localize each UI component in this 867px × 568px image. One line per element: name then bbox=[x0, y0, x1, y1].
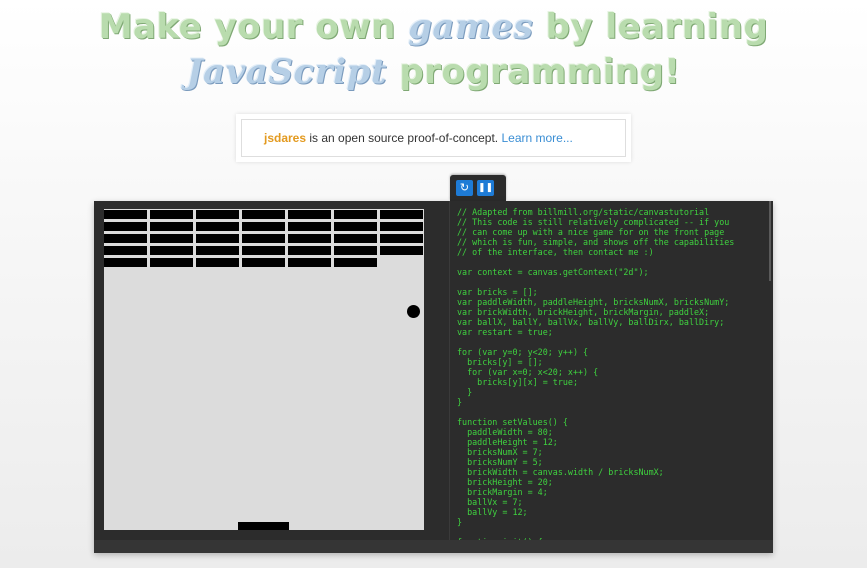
code-line[interactable]: var context = canvas.getContext("2d"); bbox=[457, 267, 763, 277]
restart-button[interactable]: ↻ bbox=[456, 180, 473, 196]
brick bbox=[150, 234, 193, 243]
brick bbox=[104, 210, 147, 219]
code-line[interactable] bbox=[457, 407, 763, 417]
code-line[interactable]: for (var y=0; y<20; y++) { bbox=[457, 347, 763, 357]
code-line[interactable]: var restart = true; bbox=[457, 327, 763, 337]
brick bbox=[150, 246, 193, 255]
headline-emphasis: games bbox=[408, 7, 534, 47]
code-scrollbar[interactable] bbox=[769, 201, 771, 281]
code-line[interactable]: brickMargin = 4; bbox=[457, 487, 763, 497]
brick bbox=[196, 222, 239, 231]
brick bbox=[150, 222, 193, 231]
brick bbox=[288, 210, 331, 219]
brick bbox=[196, 246, 239, 255]
paddle bbox=[238, 522, 289, 530]
brick bbox=[242, 246, 285, 255]
headline-text: by learning bbox=[545, 7, 769, 47]
code-line[interactable]: var brickWidth, brickHeight, brickMargin… bbox=[457, 307, 763, 317]
code-line[interactable]: // Adapted from billmill.org/static/canv… bbox=[457, 207, 763, 217]
brick bbox=[150, 258, 193, 267]
brick bbox=[104, 234, 147, 243]
code-line[interactable] bbox=[457, 337, 763, 347]
brick bbox=[380, 210, 423, 219]
headline-line-2: JavaScript programming! bbox=[0, 43, 867, 101]
brick bbox=[104, 258, 147, 267]
brick bbox=[380, 222, 423, 231]
code-line[interactable]: paddleWidth = 80; bbox=[457, 427, 763, 437]
code-line[interactable]: } bbox=[457, 387, 763, 397]
brick bbox=[288, 234, 331, 243]
brick bbox=[104, 222, 147, 231]
brick bbox=[380, 234, 423, 243]
brick bbox=[380, 246, 423, 255]
brick bbox=[242, 222, 285, 231]
headline-emphasis: JavaScript bbox=[186, 52, 388, 92]
brick bbox=[150, 210, 193, 219]
brick bbox=[334, 210, 377, 219]
headline-text: programming! bbox=[399, 52, 681, 92]
brick bbox=[104, 246, 147, 255]
brick bbox=[288, 246, 331, 255]
code-line[interactable] bbox=[457, 257, 763, 267]
code-line[interactable]: ballVy = 12; bbox=[457, 507, 763, 517]
code-line[interactable]: function setValues() { bbox=[457, 417, 763, 427]
headline-text: Make your own bbox=[98, 7, 396, 47]
brick bbox=[334, 258, 377, 267]
code-line[interactable]: } bbox=[457, 397, 763, 407]
editor-workspace: // Adapted from billmill.org/static/canv… bbox=[94, 201, 773, 553]
code-line[interactable]: paddleHeight = 12; bbox=[457, 437, 763, 447]
code-line[interactable]: ballVx = 7; bbox=[457, 497, 763, 507]
pause-button[interactable]: ❚❚ bbox=[477, 180, 494, 196]
brick bbox=[242, 258, 285, 267]
brick bbox=[334, 222, 377, 231]
code-line[interactable] bbox=[457, 277, 763, 287]
run-toolbar: ↻ ❚❚ bbox=[450, 175, 506, 201]
code-line[interactable]: bricksNumY = 5; bbox=[457, 457, 763, 467]
code-line[interactable]: for (var x=0; x<20; x++) { bbox=[457, 367, 763, 377]
code-line[interactable]: bricks[y][x] = true; bbox=[457, 377, 763, 387]
brick bbox=[196, 210, 239, 219]
learn-more-link[interactable]: Learn more... bbox=[501, 131, 572, 145]
brick bbox=[334, 234, 377, 243]
intro-text: jsdares is an open source proof-of-conce… bbox=[241, 119, 626, 157]
brick bbox=[196, 234, 239, 243]
code-line[interactable]: bricks[y] = []; bbox=[457, 357, 763, 367]
pause-icon: ❚❚ bbox=[477, 183, 494, 193]
game-canvas[interactable] bbox=[104, 209, 424, 530]
brick bbox=[288, 222, 331, 231]
refresh-icon: ↻ bbox=[459, 181, 470, 194]
editor-statusbar bbox=[94, 540, 773, 553]
code-line[interactable]: var bricks = []; bbox=[457, 287, 763, 297]
brand-name: jsdares bbox=[264, 131, 307, 145]
pane-divider[interactable] bbox=[449, 201, 450, 553]
code-line[interactable]: // This code is still relatively complic… bbox=[457, 217, 763, 227]
brick bbox=[334, 246, 377, 255]
code-line[interactable]: // which is fun, simple, and shows off t… bbox=[457, 237, 763, 247]
code-line[interactable]: // of the interface, then contact me :) bbox=[457, 247, 763, 257]
code-line[interactable]: brickHeight = 20; bbox=[457, 477, 763, 487]
code-line[interactable]: var paddleWidth, paddleHeight, bricksNum… bbox=[457, 297, 763, 307]
code-line[interactable]: var ballX, ballY, ballVx, ballVy, ballDi… bbox=[457, 317, 763, 327]
code-editor[interactable]: // Adapted from billmill.org/static/canv… bbox=[457, 207, 763, 541]
intro-description: is an open source proof-of-concept. bbox=[306, 131, 502, 145]
brick bbox=[196, 258, 239, 267]
code-line[interactable]: bricksNumX = 7; bbox=[457, 447, 763, 457]
code-line[interactable]: // can come up with a nice game for on t… bbox=[457, 227, 763, 237]
brick bbox=[242, 234, 285, 243]
code-line[interactable]: } bbox=[457, 517, 763, 527]
brick bbox=[288, 258, 331, 267]
intro-box: jsdares is an open source proof-of-conce… bbox=[236, 114, 631, 162]
ball bbox=[407, 305, 420, 318]
brick bbox=[242, 210, 285, 219]
code-line[interactable] bbox=[457, 527, 763, 537]
code-line[interactable]: brickWidth = canvas.width / bricksNumX; bbox=[457, 467, 763, 477]
